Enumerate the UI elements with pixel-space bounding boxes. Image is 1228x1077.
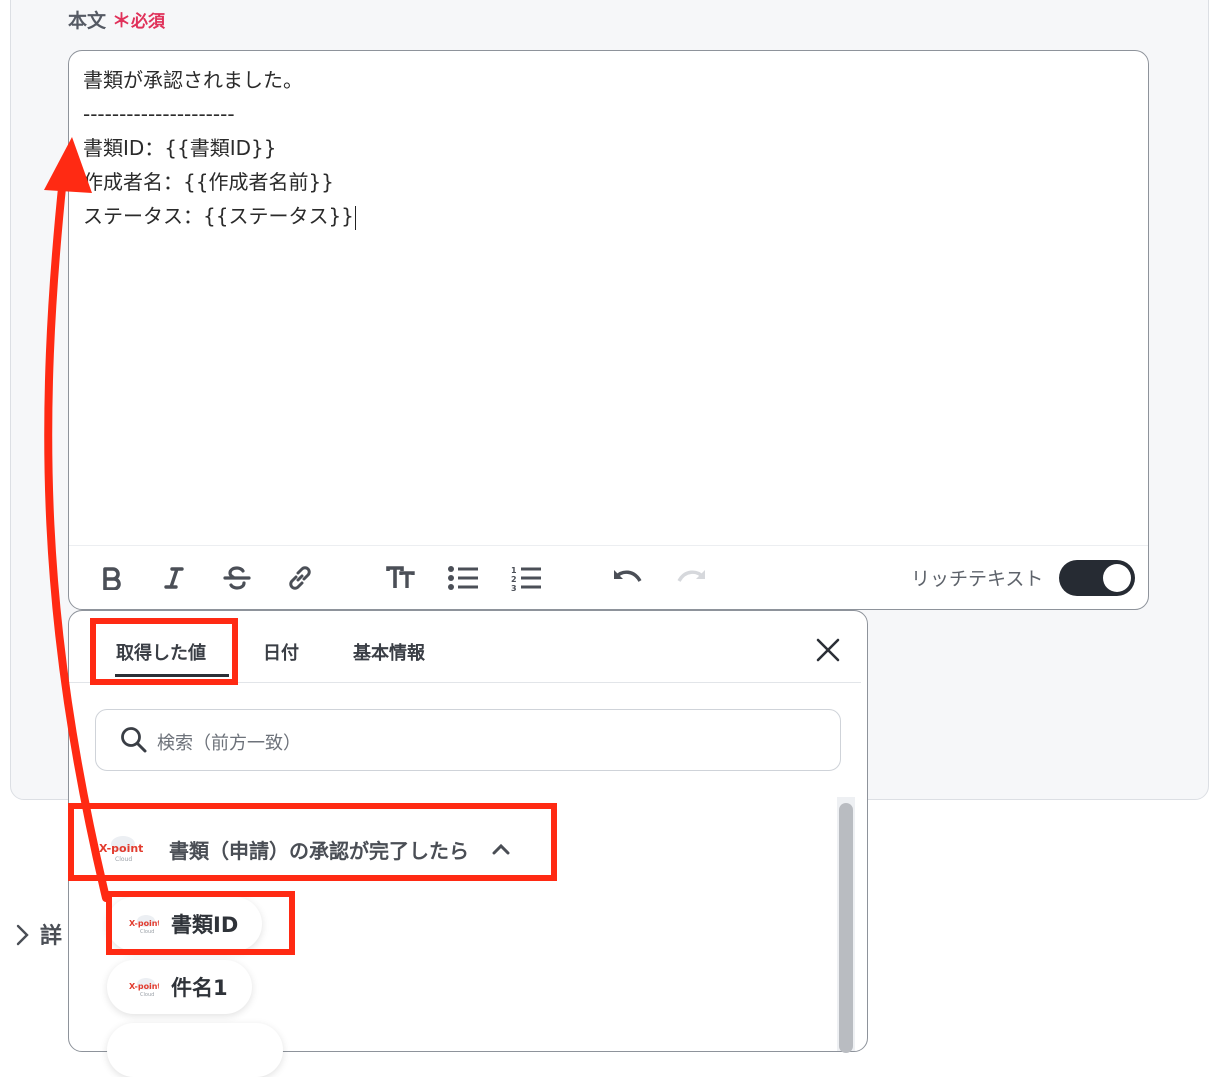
annotation-arrow xyxy=(44,137,110,902)
